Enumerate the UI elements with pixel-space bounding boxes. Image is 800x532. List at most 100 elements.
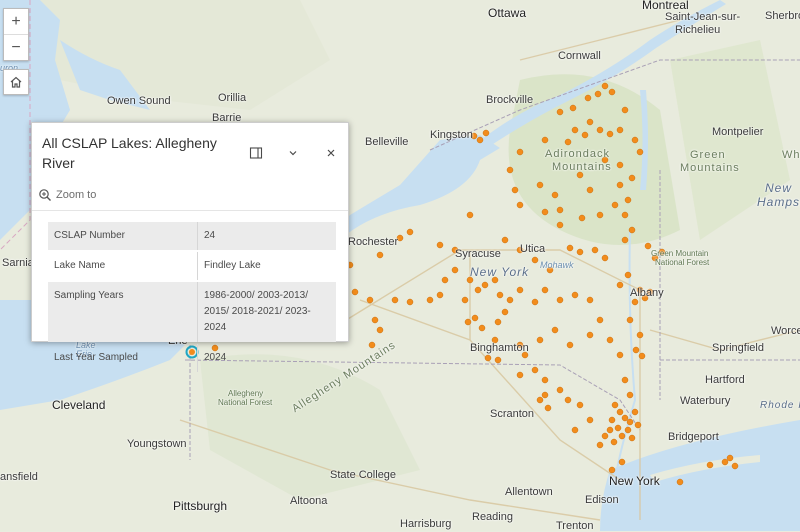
lake-point[interactable] <box>511 186 519 194</box>
lake-point[interactable] <box>571 291 579 299</box>
lake-point[interactable] <box>596 126 604 134</box>
lake-point[interactable] <box>601 254 609 262</box>
lake-point[interactable] <box>541 208 549 216</box>
lake-point[interactable] <box>616 126 624 134</box>
lake-point[interactable] <box>606 336 614 344</box>
lake-point[interactable] <box>638 352 646 360</box>
lake-point[interactable] <box>626 418 634 426</box>
lake-point[interactable] <box>626 391 634 399</box>
lake-point[interactable] <box>616 181 624 189</box>
lake-point[interactable] <box>578 214 586 222</box>
lake-point[interactable] <box>516 286 524 294</box>
lake-point[interactable] <box>556 108 564 116</box>
lake-point[interactable] <box>556 386 564 394</box>
lake-point[interactable] <box>621 236 629 244</box>
lake-point[interactable] <box>586 331 594 339</box>
lake-point[interactable] <box>611 401 619 409</box>
lake-point[interactable] <box>476 136 484 144</box>
lake-point[interactable] <box>541 391 549 399</box>
lake-point[interactable] <box>601 432 609 440</box>
lake-point[interactable] <box>628 434 636 442</box>
lake-point[interactable] <box>594 90 602 98</box>
lake-point[interactable] <box>436 291 444 299</box>
lake-point[interactable] <box>551 326 559 334</box>
lake-point[interactable] <box>556 296 564 304</box>
lake-point[interactable] <box>466 211 474 219</box>
lake-point[interactable] <box>616 351 624 359</box>
lake-point[interactable] <box>618 432 626 440</box>
lake-point[interactable] <box>636 331 644 339</box>
lake-point[interactable] <box>556 206 564 214</box>
lake-point[interactable] <box>586 416 594 424</box>
lake-point[interactable] <box>569 104 577 112</box>
lake-point[interactable] <box>564 396 572 404</box>
lake-point[interactable] <box>618 458 626 466</box>
lake-point[interactable] <box>436 241 444 249</box>
lake-point[interactable] <box>536 181 544 189</box>
lake-point[interactable] <box>376 326 384 334</box>
lake-point[interactable] <box>626 316 634 324</box>
lake-point[interactable] <box>586 296 594 304</box>
collapse-button[interactable] <box>282 142 304 164</box>
lake-point[interactable] <box>721 458 729 466</box>
lake-point[interactable] <box>631 136 639 144</box>
lake-point[interactable] <box>494 356 502 364</box>
lake-point[interactable] <box>516 201 524 209</box>
zoom-out-button[interactable]: − <box>4 34 28 60</box>
home-button[interactable] <box>3 69 29 95</box>
lake-point[interactable] <box>606 426 614 434</box>
lake-point[interactable] <box>541 376 549 384</box>
lake-point[interactable] <box>551 191 559 199</box>
lake-point[interactable] <box>376 251 384 259</box>
lake-point[interactable] <box>471 314 479 322</box>
lake-point[interactable] <box>632 346 640 354</box>
lake-point[interactable] <box>531 298 539 306</box>
lake-point[interactable] <box>586 118 594 126</box>
lake-point[interactable] <box>474 286 482 294</box>
lake-point[interactable] <box>624 271 632 279</box>
lake-point[interactable] <box>621 376 629 384</box>
lake-point[interactable] <box>726 454 734 462</box>
lake-point[interactable] <box>516 371 524 379</box>
lake-point[interactable] <box>481 281 489 289</box>
lake-point[interactable] <box>610 438 618 446</box>
lake-point[interactable] <box>426 296 434 304</box>
lake-point[interactable] <box>676 478 684 486</box>
lake-point[interactable] <box>731 462 739 470</box>
zoom-in-button[interactable]: + <box>4 9 28 34</box>
lake-point[interactable] <box>516 148 524 156</box>
lake-point[interactable] <box>634 421 642 429</box>
lake-point[interactable] <box>611 201 619 209</box>
lake-point[interactable] <box>601 82 609 90</box>
lake-point[interactable] <box>581 131 589 139</box>
dock-button[interactable] <box>245 142 267 164</box>
lake-point[interactable] <box>556 221 564 229</box>
lake-point[interactable] <box>631 298 639 306</box>
lake-point[interactable] <box>608 88 616 96</box>
lake-point[interactable] <box>536 336 544 344</box>
lake-point[interactable] <box>621 106 629 114</box>
lake-point[interactable] <box>544 404 552 412</box>
lake-point[interactable] <box>566 341 574 349</box>
lake-point[interactable] <box>506 296 514 304</box>
lake-point[interactable] <box>406 298 414 306</box>
lake-point[interactable] <box>478 324 486 332</box>
lake-point[interactable] <box>541 136 549 144</box>
lake-point[interactable] <box>606 130 614 138</box>
lake-point[interactable] <box>614 424 622 432</box>
lake-point[interactable] <box>576 248 584 256</box>
lake-point[interactable] <box>616 161 624 169</box>
lake-point[interactable] <box>596 441 604 449</box>
lake-point[interactable] <box>636 148 644 156</box>
lake-point[interactable] <box>591 246 599 254</box>
lake-point[interactable] <box>564 138 572 146</box>
lake-point[interactable] <box>482 129 490 137</box>
lake-point[interactable] <box>484 354 492 362</box>
lake-point[interactable] <box>624 196 632 204</box>
lake-point[interactable] <box>406 228 414 236</box>
lake-point[interactable] <box>608 416 616 424</box>
lake-point[interactable] <box>596 211 604 219</box>
lake-point[interactable] <box>628 226 636 234</box>
zoom-to-button[interactable]: Zoom to <box>38 188 96 202</box>
lake-point[interactable] <box>571 126 579 134</box>
